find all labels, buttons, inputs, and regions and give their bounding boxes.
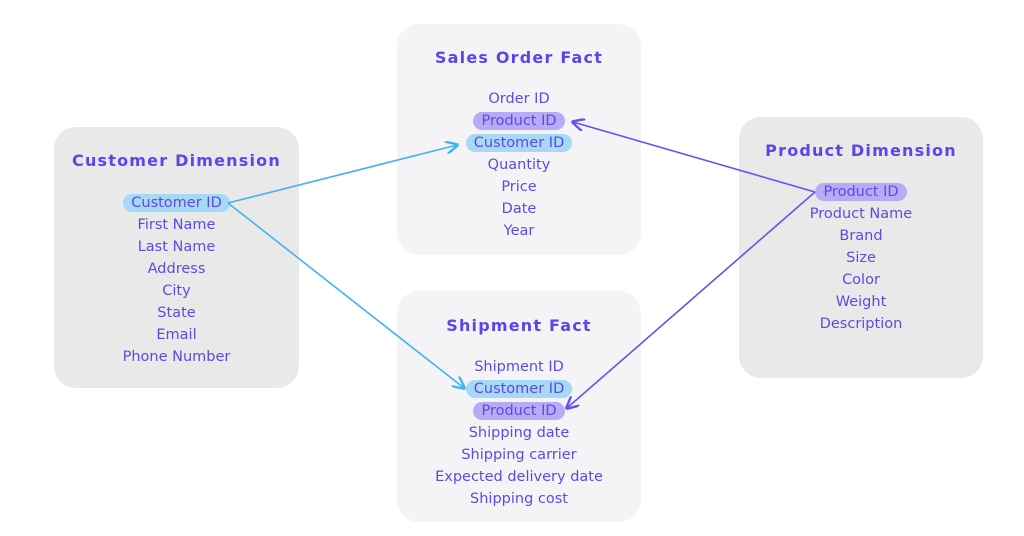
arrow-customer-to-shipment [227, 202, 464, 388]
arrow-product-to-shipment [567, 191, 816, 408]
arrow-product-to-sales [573, 122, 816, 193]
arrow-customer-to-sales [227, 145, 457, 204]
relationship-arrows [227, 0, 816, 536]
